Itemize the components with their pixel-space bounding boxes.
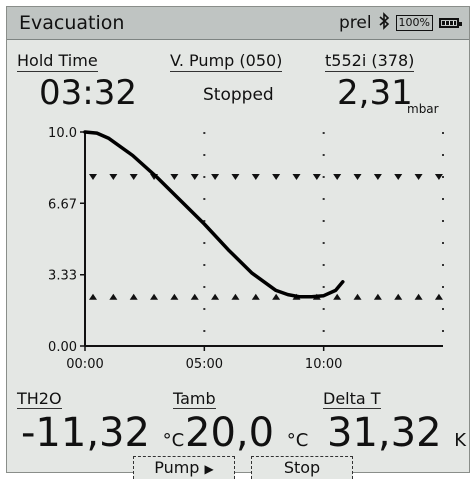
title-bar: Evacuation prel 100% <box>7 7 469 40</box>
upper-limit-marker <box>292 173 301 180</box>
y-tick-label: 10.0 <box>48 126 77 141</box>
upper-limit-marker <box>231 173 240 180</box>
delta-t-unit: K <box>454 430 467 451</box>
lower-limit-marker <box>333 293 342 300</box>
upper-limit-marker <box>353 173 362 180</box>
stop-softkey[interactable]: Stop <box>251 456 353 479</box>
upper-limit-marker <box>414 173 423 180</box>
lower-limit-marker <box>373 293 382 300</box>
lower-limit-marker <box>353 293 362 300</box>
mode-indicator: prel <box>338 13 372 33</box>
lower-limit-marker <box>170 293 179 300</box>
device-screen: Evacuation prel 100% Hold Time V. Pump (… <box>6 6 470 479</box>
th2o-label: TH2O <box>17 389 62 409</box>
upper-limit-marker <box>109 173 118 180</box>
pump-softkey-label: Pump <box>154 458 200 477</box>
battery-icon <box>439 18 462 28</box>
pressure-series-line <box>83 130 345 299</box>
tamb-unit: °C <box>286 430 309 451</box>
status-area: prel 100% <box>338 12 462 34</box>
lower-limit-marker <box>251 293 260 300</box>
upper-limit-marker <box>190 173 199 180</box>
hold-time-label: Hold Time <box>17 51 98 72</box>
tamb-value: 20,0 <box>185 410 275 456</box>
lower-limit-marker <box>272 293 281 300</box>
pump-status: Stopped <box>203 85 274 105</box>
screen-title: Evacuation <box>19 12 125 34</box>
pressure-chart: 10.0 6.67 3.33 0.00 00:00 05:00 10:00 <box>48 126 444 372</box>
upper-limit-marker <box>170 173 179 180</box>
upper-limit-marker <box>272 173 281 180</box>
lower-limit-marker <box>394 293 403 300</box>
zoom-indicator: 100% <box>395 15 433 31</box>
vacuum-pump-label: V. Pump (050) <box>170 51 283 72</box>
delta-t-label: Delta T <box>323 389 381 409</box>
bluetooth-icon <box>378 12 390 34</box>
lower-limit-marker <box>89 293 97 300</box>
y-tick-label: 0.00 <box>48 340 77 355</box>
upper-limit-marker <box>312 173 321 180</box>
upper-limit-marker <box>129 173 138 180</box>
lower-limit-marker <box>211 293 220 300</box>
lower-limit-marker <box>231 293 240 300</box>
lower-limit-marker <box>129 293 138 300</box>
y-tick-label: 6.67 <box>48 197 77 212</box>
pressure-unit: mbar <box>407 102 439 116</box>
lower-limit-marker <box>109 293 118 300</box>
lower-limit-marker <box>190 293 199 300</box>
upper-limit-marker <box>333 173 342 180</box>
upper-limit-marker <box>89 173 97 180</box>
lower-limit-marker <box>150 293 159 300</box>
upper-limit-marker <box>434 173 443 180</box>
stop-softkey-label: Stop <box>283 458 321 477</box>
upper-limit-marker <box>394 173 403 180</box>
x-tick-label: 05:00 <box>186 357 223 372</box>
upper-limit-marker <box>211 173 220 180</box>
pump-softkey[interactable]: Pump ▶ <box>133 456 235 479</box>
th2o-value: -11,32 <box>21 410 150 456</box>
x-tick-label: 00:00 <box>66 357 103 372</box>
upper-limit-marker <box>373 173 382 180</box>
pressure-value: 2,31 <box>337 73 413 113</box>
y-tick-label: 3.33 <box>48 269 77 284</box>
play-icon: ▶ <box>204 462 214 476</box>
upper-limit-marker <box>251 173 260 180</box>
hold-time-value: 03:32 <box>39 73 137 113</box>
delta-t-value: 31,32 <box>327 410 442 456</box>
x-tick-label: 10:00 <box>305 357 342 372</box>
lower-limit-marker <box>414 293 423 300</box>
lower-limit-marker <box>434 293 443 300</box>
th2o-unit: °C <box>162 430 185 451</box>
tamb-label: Tamb <box>173 389 216 409</box>
sensor-label: t552i (378) <box>325 51 415 72</box>
